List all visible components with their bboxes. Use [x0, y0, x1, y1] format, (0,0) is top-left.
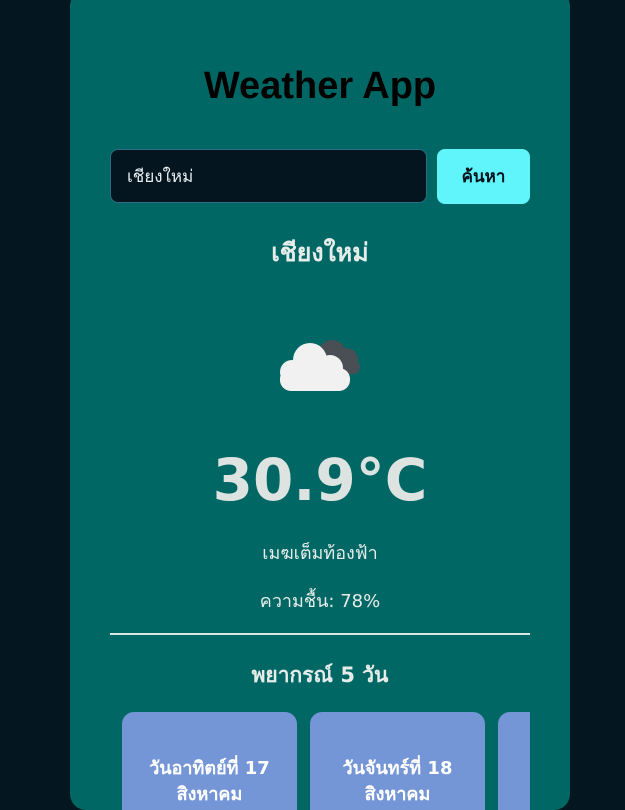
- forecast-card: วันอาทิตย์ที่ 17 สิงหาคม: [122, 712, 297, 810]
- search-button[interactable]: ค้นหา: [437, 149, 530, 204]
- section-divider: [110, 633, 530, 635]
- forecast-card: วั: [498, 712, 530, 810]
- forecast-list: วันอาทิตย์ที่ 17 สิงหาคม วันจันทร์ที่ 18…: [122, 712, 530, 810]
- city-name: เชียงใหม่: [271, 238, 369, 267]
- humidity-readout: ความชื้น: 78%: [259, 591, 381, 612]
- cloud-icon: [280, 340, 360, 391]
- forecast-month-label: สิงหาคม: [364, 784, 431, 805]
- current-temperature: 30.9°C: [212, 446, 428, 514]
- weather-card: Weather App ค้นหา เชียงใหม่ 30.9°C เมฆเต…: [70, 0, 570, 810]
- forecast-heading: พยากรณ์ 5 วัน: [251, 663, 389, 687]
- forecast-scroller[interactable]: วันอาทิตย์ที่ 17 สิงหาคม วันจันทร์ที่ 18…: [110, 712, 530, 810]
- forecast-day-label: วั: [498, 756, 530, 782]
- forecast-month-label: สิงหาคม: [176, 784, 243, 805]
- forecast-card: วันจันทร์ที่ 18 สิงหาคม: [310, 712, 485, 810]
- forecast-day-label: วันจันทร์ที่ 18: [342, 758, 453, 779]
- app-title: Weather App: [203, 65, 437, 107]
- weather-description: เมฆเต็มท้องฟ้า: [262, 543, 378, 564]
- forecast-day-label: วันอาทิตย์ที่ 17: [149, 758, 270, 779]
- city-search-input[interactable]: [110, 149, 427, 203]
